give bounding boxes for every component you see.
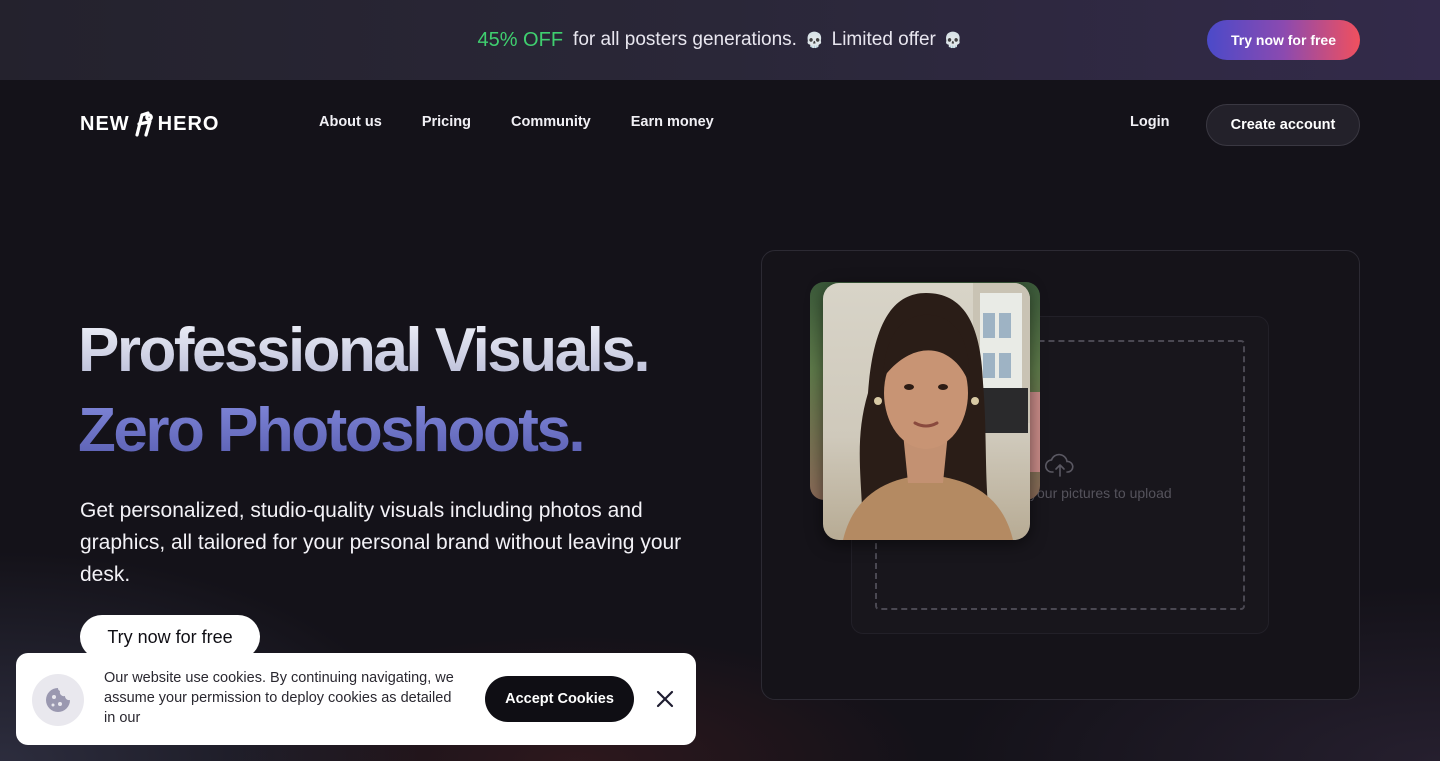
hero-title-line1: Professional Visuals. (78, 316, 651, 385)
sample-portrait-photo (823, 283, 1030, 540)
promo-try-now-button[interactable]: Try now for free (1207, 20, 1360, 60)
nav-item-earn-money[interactable]: Earn money (631, 114, 714, 130)
hero-figure-icon (135, 111, 153, 137)
promo-description: for all posters generations. (573, 29, 797, 50)
nav-item-about-us[interactable]: About us (319, 114, 382, 130)
promo-text: 45% OFF for all posters generations. 💀 L… (477, 29, 962, 52)
close-icon[interactable] (654, 688, 676, 710)
cookie-icon-container (32, 674, 84, 726)
cloud-upload-icon (1045, 453, 1074, 477)
main-nav: About us Pricing Community Earn money (319, 114, 714, 130)
login-link[interactable]: Login (1130, 114, 1169, 130)
cookie-icon (46, 688, 70, 712)
promo-discount: 45% OFF (477, 28, 564, 51)
accept-cookies-button[interactable]: Accept Cookies (485, 676, 634, 722)
cookie-banner: Our website use cookies. By continuing n… (16, 653, 696, 745)
cookie-message: Our website use cookies. By continuing n… (104, 670, 454, 726)
skull-icon: 💀 (943, 32, 963, 49)
hero-title-line2: Zero Photoshoots. (78, 396, 586, 465)
logo-text-new: NEW (80, 112, 130, 135)
logo-text-hero: HERO (157, 112, 220, 135)
promo-limited-offer: Limited offer (831, 29, 936, 50)
hero-subtitle: Get personalized, studio-quality visuals… (80, 499, 682, 586)
create-account-button[interactable]: Create account (1206, 104, 1360, 146)
skull-icon: 💀 (804, 32, 824, 49)
upload-instructions: your pictures to upload (1030, 485, 1172, 501)
promo-banner: 45% OFF for all posters generations. 💀 L… (0, 0, 1440, 80)
nav-item-pricing[interactable]: Pricing (422, 114, 471, 130)
logo[interactable]: NEW HERO (80, 110, 219, 138)
nav-item-community[interactable]: Community (511, 114, 591, 130)
